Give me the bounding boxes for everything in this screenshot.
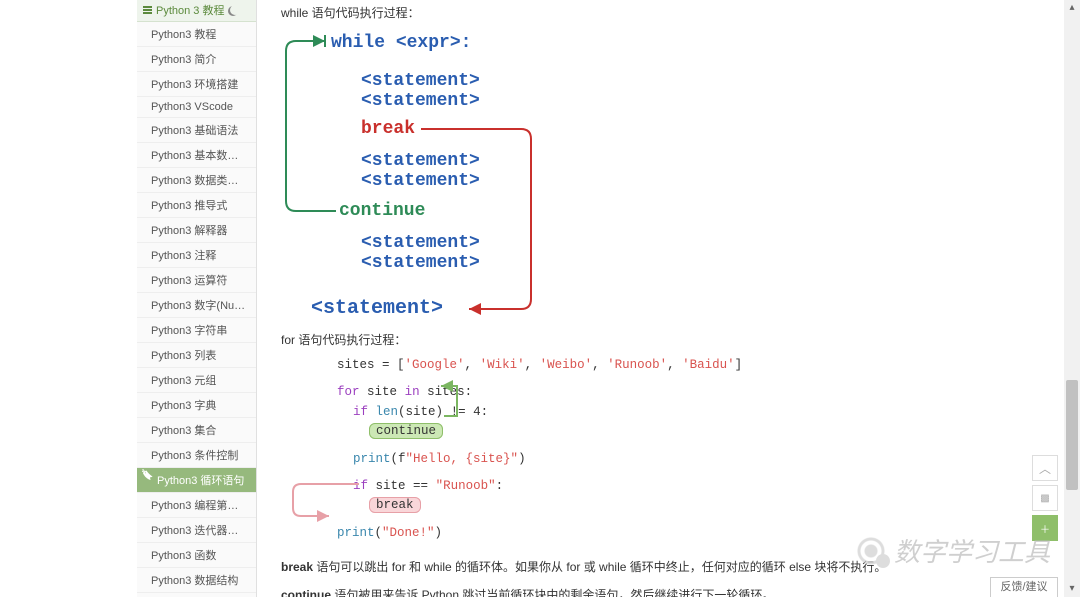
- sidebar-item[interactable]: Python3 条件控制: [137, 443, 256, 468]
- vertical-scrollbar[interactable]: ▴ ▾: [1064, 0, 1080, 597]
- sidebar-item[interactable]: Python3 数字(Number): [137, 293, 256, 318]
- code-line: sites = ['Google', 'Wiki', 'Weibo', 'Run…: [337, 356, 1034, 375]
- scroll-up-icon[interactable]: ▴: [1064, 0, 1080, 16]
- stmt-4: <statement>: [361, 171, 480, 191]
- while-lead: while 语句代码执行过程：: [281, 4, 1034, 21]
- code-line: break: [337, 496, 1034, 515]
- sidebar-item[interactable]: Python3 教程: [137, 22, 256, 47]
- sidebar-item[interactable]: Python3 数据结构: [137, 568, 256, 593]
- code-line: if site == "Runoob":: [337, 477, 1034, 496]
- sidebar-item[interactable]: Python3 基础语法: [137, 118, 256, 143]
- sidebar-nav: Python 3 教程 Python3 教程Python3 简介Python3 …: [137, 0, 257, 597]
- scroll-down-icon[interactable]: ▾: [1064, 581, 1080, 597]
- back-to-top-button[interactable]: ︿: [1032, 455, 1058, 481]
- floating-actions: ︿ ▩ ＋: [1032, 455, 1058, 541]
- sidebar-item[interactable]: Python3 元组: [137, 368, 256, 393]
- sidebar-item[interactable]: Python3 字典: [137, 393, 256, 418]
- qrcode-button[interactable]: ▩: [1032, 485, 1058, 511]
- main-content: while 语句代码执行过程： while <expr>: <statement…: [257, 0, 1058, 597]
- sidebar-item[interactable]: Python3 集合: [137, 418, 256, 443]
- for-lead: for 语句代码执行过程：: [281, 331, 1034, 348]
- sidebar-item[interactable]: Python3 列表: [137, 343, 256, 368]
- sidebar-item[interactable]: Python3 字符串: [137, 318, 256, 343]
- sidebar-item[interactable]: Python3 注释: [137, 243, 256, 268]
- sidebar-item[interactable]: Python3 编程第一步: [137, 493, 256, 518]
- menu-icon: [143, 6, 152, 15]
- sidebar-item[interactable]: Python3 基本数据类型: [137, 143, 256, 168]
- sidebar-item[interactable]: Python3 推导式: [137, 193, 256, 218]
- sidebar-title-text: Python 3 教程: [156, 0, 224, 22]
- sidebar-item[interactable]: Python3 简介: [137, 47, 256, 72]
- scroll-thumb[interactable]: [1066, 380, 1078, 490]
- continue-desc: continue 语句被用来告诉 Python 跳过当前循环块中的剩余语句，然后…: [281, 585, 1034, 597]
- kw-break: break: [361, 119, 415, 139]
- sidebar-item[interactable]: Python3 运算符: [137, 268, 256, 293]
- code-line: if len(site) != 4:: [337, 403, 1034, 422]
- feedback-tab[interactable]: 反馈/建议: [990, 577, 1058, 597]
- code-line: for site in sites:: [337, 383, 1034, 402]
- sidebar-item[interactable]: Python3 函数: [137, 543, 256, 568]
- break-pill: break: [369, 497, 421, 513]
- while-diagram: while <expr>: <statement> <statement> br…: [281, 29, 1034, 325]
- sidebar-item[interactable]: Python3 模块: [137, 593, 256, 597]
- kw-while: while: [331, 33, 385, 53]
- sidebar-list: Python3 教程Python3 简介Python3 环境搭建Python3 …: [137, 22, 256, 597]
- sidebar-item[interactable]: Python3 解释器: [137, 218, 256, 243]
- stmt-3: <statement>: [361, 151, 480, 171]
- sidebar-title: Python 3 教程: [137, 0, 256, 22]
- code-line: print(f"Hello, {site}"): [337, 450, 1034, 469]
- code-line: print("Done!"): [337, 524, 1034, 543]
- stmt-1: <statement>: [361, 71, 480, 91]
- sidebar-item[interactable]: Python3 VScode: [137, 97, 256, 118]
- stmt-5: <statement>: [361, 233, 480, 253]
- stmt-after: <statement>: [311, 297, 443, 320]
- stmt-6: <statement>: [361, 253, 480, 273]
- for-code-block: sites = ['Google', 'Wiki', 'Weibo', 'Run…: [337, 356, 1034, 549]
- stmt-2: <statement>: [361, 91, 480, 111]
- dark-mode-icon[interactable]: [228, 6, 238, 16]
- sidebar-item[interactable]: Python3 环境搭建: [137, 72, 256, 97]
- kw-continue: continue: [339, 201, 425, 221]
- break-desc: break 语句可以跳出 for 和 while 的循环体。如果你从 for 或…: [281, 557, 1034, 577]
- add-button[interactable]: ＋: [1032, 515, 1058, 541]
- sidebar-item[interactable]: Python3 迭代器与生成器: [137, 518, 256, 543]
- sidebar-item[interactable]: Python3 循环语句: [137, 468, 256, 493]
- kw-expr: <expr>: [396, 33, 461, 53]
- code-line: continue: [337, 422, 1034, 441]
- continue-pill: continue: [369, 423, 443, 439]
- sidebar-item[interactable]: Python3 数据类型转换: [137, 168, 256, 193]
